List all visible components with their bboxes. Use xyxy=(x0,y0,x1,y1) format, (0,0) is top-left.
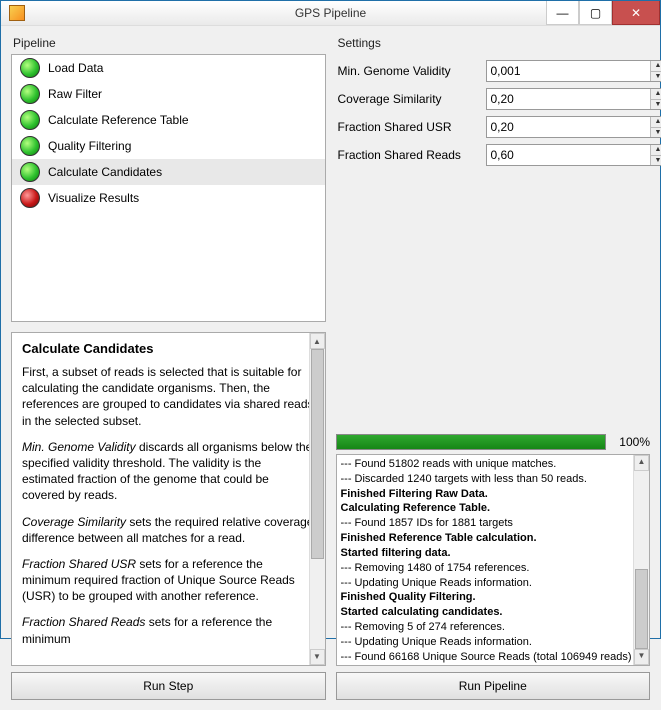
pipeline-item[interactable]: Calculate Reference Table xyxy=(12,107,325,133)
right-column: Settings Min. Genome Validity▲▼Coverage … xyxy=(336,34,651,666)
window-controls: — ▢ ✕ xyxy=(546,1,660,25)
status-dot-icon xyxy=(20,188,40,208)
scroll-down-icon[interactable]: ▼ xyxy=(310,649,325,665)
setting-spinner[interactable]: ▲▼ xyxy=(486,88,661,110)
description-paragraph: Min. Genome Validity discards all organi… xyxy=(22,439,315,504)
status-dot-icon xyxy=(20,58,40,78)
description-paragraph: Fraction Shared Reads sets for a referen… xyxy=(22,614,315,646)
spinner-up-icon[interactable]: ▲ xyxy=(651,61,661,72)
description-box: Calculate Candidates First, a subset of … xyxy=(11,332,326,666)
description-paragraph: Coverage Similarity sets the required re… xyxy=(22,514,315,546)
content: Pipeline Load Data Raw Filter Calculate Re… xyxy=(1,26,660,710)
pipeline-item-label: Visualize Results xyxy=(48,191,139,205)
close-button[interactable]: ✕ xyxy=(612,1,660,25)
status-dot-icon xyxy=(20,84,40,104)
log-line: --- Found 51802 reads with unique matche… xyxy=(341,457,630,472)
spinner-down-icon[interactable]: ▼ xyxy=(651,128,661,138)
pipeline-item-label: Quality Filtering xyxy=(48,139,131,153)
setting-input[interactable] xyxy=(487,117,650,137)
progress-bar xyxy=(336,434,607,450)
log-line: Started filtering data. xyxy=(341,546,630,561)
minimize-button[interactable]: — xyxy=(546,1,579,25)
scroll-up-icon[interactable]: ▲ xyxy=(634,455,649,471)
pipeline-item[interactable]: Raw Filter xyxy=(12,81,325,107)
spinner-up-icon[interactable]: ▲ xyxy=(651,145,661,156)
pipeline-item-label: Calculate Reference Table xyxy=(48,113,189,127)
top-panels: Pipeline Load Data Raw Filter Calculate Re… xyxy=(11,34,650,666)
spinner-up-icon[interactable]: ▲ xyxy=(651,89,661,100)
log-line: --- Removing 1480 of 1754 references. xyxy=(341,561,630,576)
window: GPS Pipeline — ▢ ✕ Pipeline Load Data Raw… xyxy=(0,0,661,639)
description-paragraph: First, a subset of reads is selected tha… xyxy=(22,364,315,429)
log-line: --- Updating Unique Reads information. xyxy=(341,635,630,650)
description-paragraph: Fraction Shared USR sets for a reference… xyxy=(22,556,315,605)
scroll-up-icon[interactable]: ▲ xyxy=(310,333,325,349)
pipeline-header: Pipeline xyxy=(11,34,326,54)
log-line: --- Discarded 1240 targets with less tha… xyxy=(341,472,630,487)
setting-label: Fraction Shared Reads xyxy=(338,148,478,162)
log-line: --- Found 1857 IDs for 1881 targets xyxy=(341,516,630,531)
button-row: Run Step Run Pipeline xyxy=(11,672,650,700)
run-pipeline-button[interactable]: Run Pipeline xyxy=(336,672,651,700)
log-line: Started calculating candidates. xyxy=(341,605,630,620)
status-dot-icon xyxy=(20,136,40,156)
setting-spinner[interactable]: ▲▼ xyxy=(486,116,661,138)
progress-percent: 100% xyxy=(612,435,650,449)
setting-spinner[interactable]: ▲▼ xyxy=(486,60,661,82)
status-dot-icon xyxy=(20,162,40,182)
log-scrollbar[interactable]: ▲ ▼ xyxy=(633,455,649,665)
status-dot-icon xyxy=(20,110,40,130)
log-line: --- Found 66168 Unique Source Reads (tot… xyxy=(341,650,630,665)
log-line: Finished Quality Filtering. xyxy=(341,590,630,605)
pipeline-item-label: Load Data xyxy=(48,61,103,75)
log-line: --- Clustering stage 1 xyxy=(341,665,630,666)
progress-fill xyxy=(337,435,606,449)
spinner-up-icon[interactable]: ▲ xyxy=(651,117,661,128)
app-icon xyxy=(9,5,25,21)
log-line: --- Removing 5 of 274 references. xyxy=(341,620,630,635)
progress-wrap: 100% xyxy=(336,434,651,450)
pipeline-item[interactable]: Load Data xyxy=(12,55,325,81)
pipeline-item[interactable]: Calculate Candidates xyxy=(12,159,325,185)
pipeline-item[interactable]: Visualize Results xyxy=(12,185,325,211)
setting-label: Coverage Similarity xyxy=(338,92,478,106)
pipeline-item-label: Calculate Candidates xyxy=(48,165,162,179)
pipeline-item-label: Raw Filter xyxy=(48,87,102,101)
setting-spinner[interactable]: ▲▼ xyxy=(486,144,661,166)
setting-label: Fraction Shared USR xyxy=(338,120,478,134)
setting-input[interactable] xyxy=(487,61,650,81)
log-line: Calculating Reference Table. xyxy=(341,501,630,516)
run-step-button[interactable]: Run Step xyxy=(11,672,326,700)
log-line: Finished Filtering Raw Data. xyxy=(341,487,630,502)
desc-scrollbar[interactable]: ▲ ▼ xyxy=(309,333,325,665)
maximize-button[interactable]: ▢ xyxy=(579,1,612,25)
spinner-down-icon[interactable]: ▼ xyxy=(651,72,661,82)
spinner-down-icon[interactable]: ▼ xyxy=(651,156,661,166)
left-column: Pipeline Load Data Raw Filter Calculate Re… xyxy=(11,34,326,666)
description-title: Calculate Candidates xyxy=(22,341,315,356)
log-line: Finished Reference Table calculation. xyxy=(341,531,630,546)
setting-label: Min. Genome Validity xyxy=(338,64,478,78)
log-box: --- Found 51802 reads with unique matche… xyxy=(336,454,651,666)
progress-area: 100% --- Found 51802 reads with unique m… xyxy=(336,434,651,666)
scroll-down-icon[interactable]: ▼ xyxy=(634,649,649,665)
titlebar: GPS Pipeline — ▢ ✕ xyxy=(1,1,660,26)
settings-header: Settings xyxy=(336,34,651,54)
pipeline-item[interactable]: Quality Filtering xyxy=(12,133,325,159)
setting-input[interactable] xyxy=(487,89,650,109)
settings-grid: Min. Genome Validity▲▼Coverage Similarit… xyxy=(336,56,651,166)
spinner-down-icon[interactable]: ▼ xyxy=(651,100,661,110)
log-line: --- Updating Unique Reads information. xyxy=(341,576,630,591)
pipeline-list: Load Data Raw Filter Calculate Reference T… xyxy=(11,54,326,322)
setting-input[interactable] xyxy=(487,145,650,165)
